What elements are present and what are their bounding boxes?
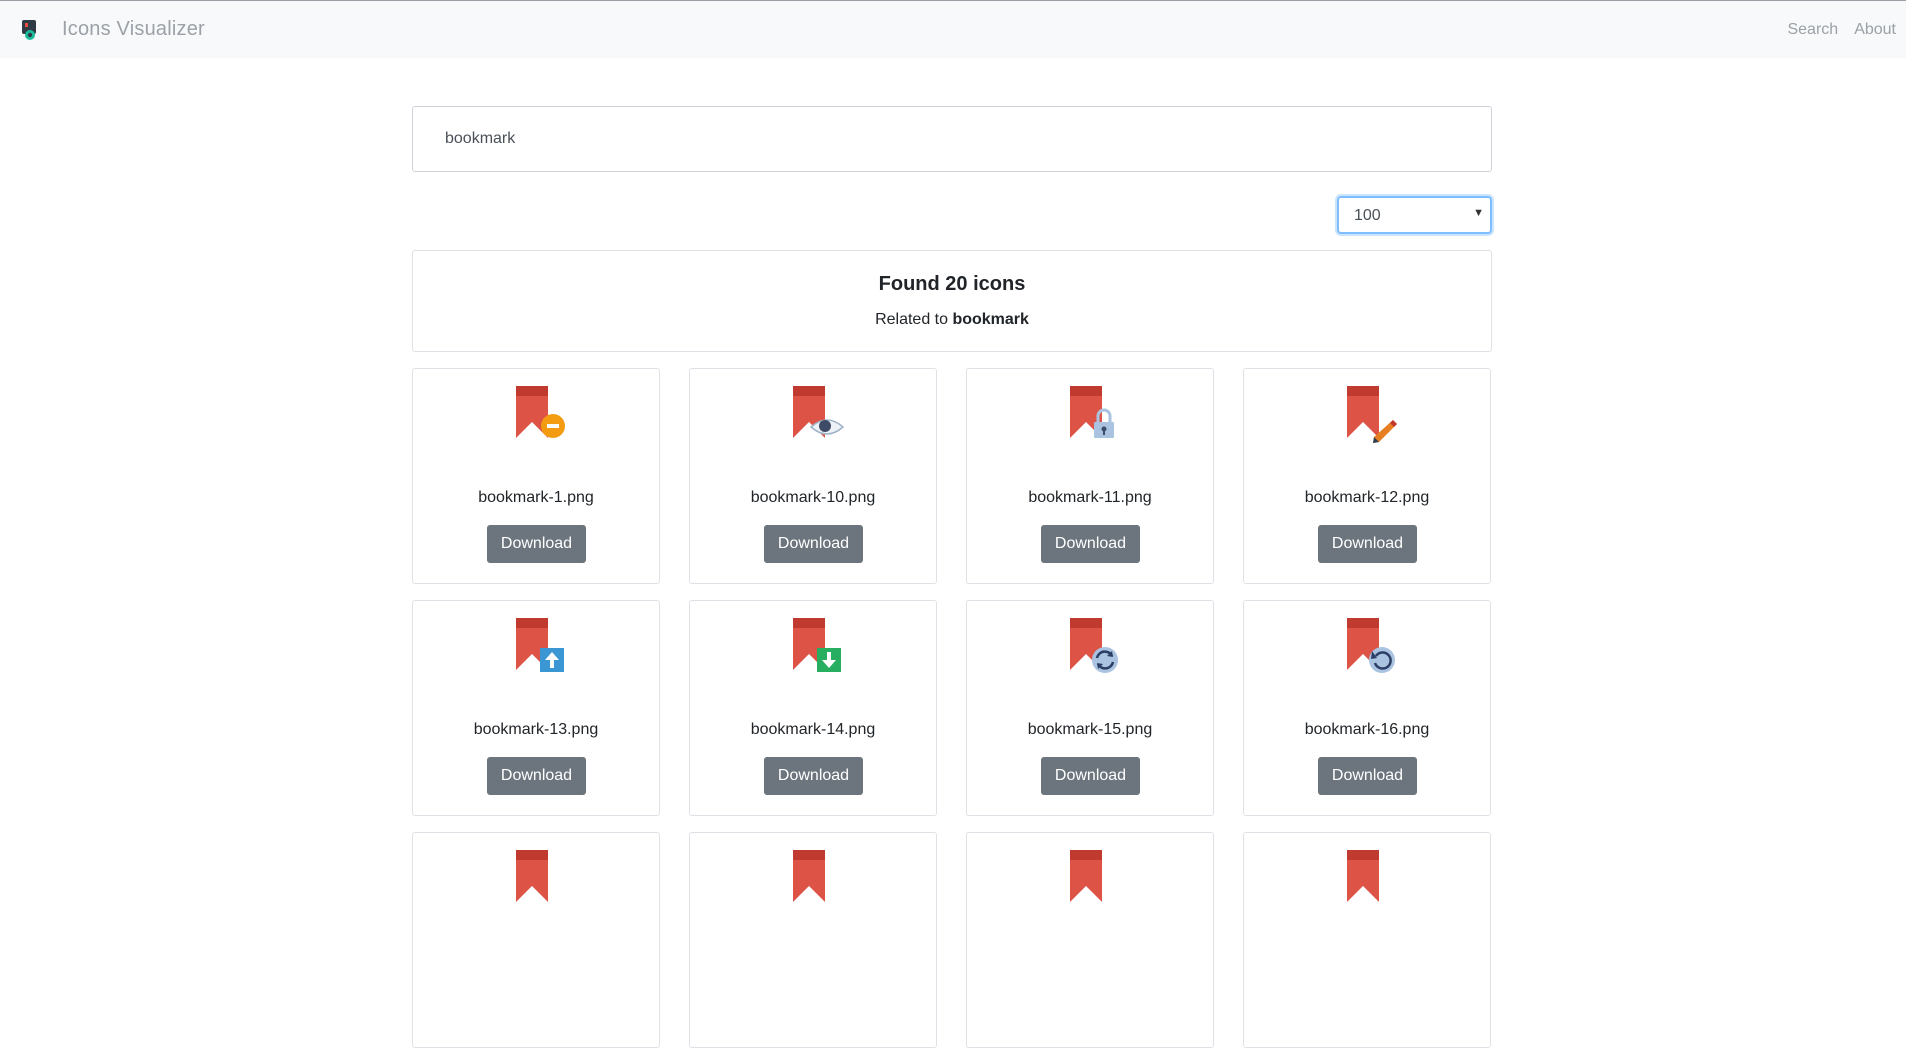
icon-filename: bookmark-16.png [1304, 721, 1430, 738]
download-button[interactable]: Download [764, 525, 863, 563]
icon-card [689, 832, 937, 1048]
download-button[interactable]: Download [487, 525, 586, 563]
icon-card: bookmark-15.png Download [966, 600, 1214, 816]
icon-filename: bookmark-1.png [478, 489, 594, 506]
bookmark-refresh-icon [1070, 618, 1118, 673]
nav-links: Search About [1787, 21, 1896, 39]
navbar: Icons Visualizer Search About [0, 1, 1906, 58]
icon-filename: bookmark-12.png [1304, 489, 1430, 506]
search-input[interactable] [412, 106, 1492, 172]
bookmark-arrow-down-icon [793, 618, 841, 672]
brand-title[interactable]: Icons Visualizer [62, 18, 205, 41]
download-button[interactable]: Download [1041, 525, 1140, 563]
related-query: bookmark [952, 311, 1029, 328]
icon-filename: bookmark-15.png [1027, 721, 1153, 738]
nav-link-about[interactable]: About [1854, 21, 1896, 39]
bookmark-icon [793, 850, 825, 902]
brand-logo-icon[interactable] [20, 19, 42, 41]
bookmark-icon [1347, 850, 1379, 902]
nav-link-search[interactable]: Search [1787, 21, 1838, 39]
icon-card: bookmark-14.png Download [689, 600, 937, 816]
bookmark-icon [1070, 850, 1102, 902]
results-count: Found 20 icons [878, 273, 1026, 295]
icon-card: bookmark-13.png Download [412, 600, 660, 816]
download-button[interactable]: Download [487, 757, 586, 795]
chevron-down-icon: ▼ [1473, 207, 1484, 219]
icon-card: bookmark-10.png Download [689, 368, 937, 584]
download-button[interactable]: Download [1318, 757, 1417, 795]
icon-filename: bookmark-13.png [473, 721, 599, 738]
icon-filename: bookmark-11.png [1028, 489, 1152, 506]
bookmark-undo-icon [1347, 618, 1395, 673]
download-button[interactable]: Download [1318, 525, 1417, 563]
bookmark-lock-icon [1070, 386, 1114, 438]
download-button[interactable]: Download [1041, 757, 1140, 795]
icon-card [966, 832, 1214, 1048]
results-summary: Found 20 icons Related to bookmark [412, 250, 1492, 352]
bookmark-eye-icon [793, 386, 845, 438]
bookmark-arrow-up-icon [516, 618, 564, 672]
icon-card [1243, 832, 1491, 1048]
results-related: Related to bookmark [413, 311, 1491, 329]
bookmark-minus-icon [516, 386, 565, 438]
download-button[interactable]: Download [764, 757, 863, 795]
icon-card: bookmark-1.png Download [412, 368, 660, 584]
icon-card: bookmark-12.png Download [1243, 368, 1491, 584]
icon-filename: bookmark-14.png [750, 721, 876, 738]
bookmark-pencil-icon [1347, 386, 1397, 443]
icon-filename: bookmark-10.png [750, 489, 876, 506]
page-size-value: 100 [1354, 207, 1381, 224]
bookmark-icon [516, 850, 548, 902]
page-size-select[interactable]: 100 ▼ [1337, 196, 1492, 234]
icon-card: bookmark-11.png Download [966, 368, 1214, 584]
related-label: Related to [875, 311, 948, 328]
icon-card: bookmark-16.png Download [1243, 600, 1491, 816]
icon-card [412, 832, 660, 1048]
icon-grid: bookmark-1.png Download bookmark-10.png … [412, 368, 1492, 1048]
